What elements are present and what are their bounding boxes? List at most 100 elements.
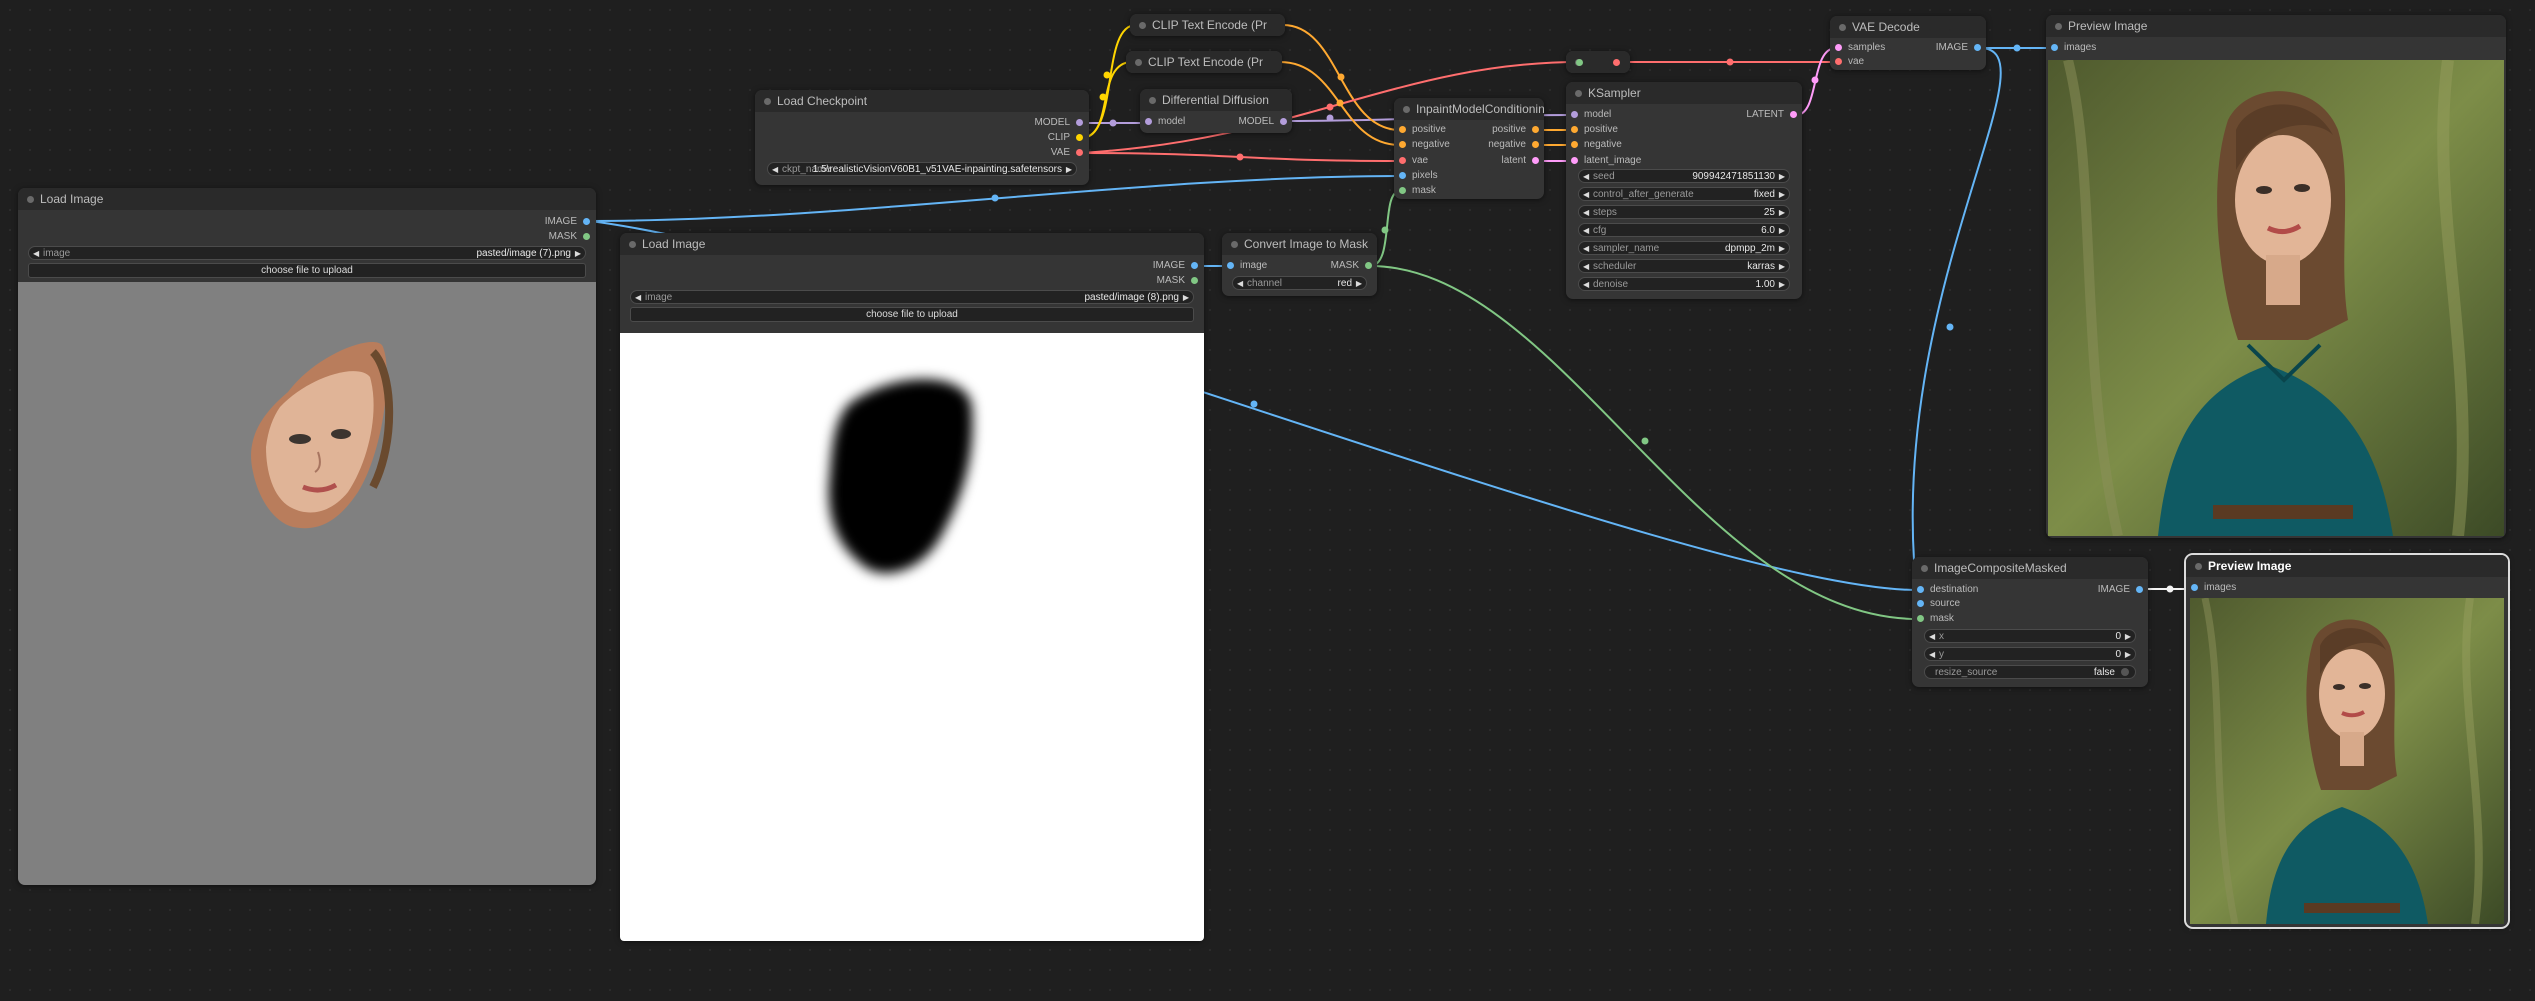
input-images[interactable]: images: [2051, 41, 2096, 55]
load-checkpoint-node[interactable]: Load Checkpoint MODEL CLIP VAE ◀ ckpt_na…: [755, 90, 1089, 185]
arrow-right-icon[interactable]: ▶: [1779, 242, 1785, 256]
image-combo[interactable]: ◀ image pasted/image (8).png ▶: [630, 290, 1194, 304]
ksampler-node[interactable]: KSampler model positive negative latent_…: [1566, 82, 1802, 299]
output-mask[interactable]: MASK: [1331, 259, 1372, 273]
composite-portrait-drawing: [2190, 598, 2504, 924]
output-image[interactable]: IMAGE: [1936, 41, 1981, 55]
output-negative[interactable]: negative: [1488, 138, 1539, 152]
scheduler-widget[interactable]: ◀ scheduler karras ▶: [1578, 259, 1790, 273]
arrow-left-icon[interactable]: ◀: [1583, 170, 1589, 184]
control-after-generate-widget[interactable]: ◀ control_after_generate fixed ▶: [1578, 187, 1790, 201]
node-title: Preview Image: [2186, 555, 2508, 577]
x-widget[interactable]: ◀ x 0 ▶: [1924, 629, 2136, 643]
input-source[interactable]: source: [1917, 597, 1960, 611]
output-mask[interactable]: MASK: [549, 230, 590, 244]
arrow-left-icon[interactable]: ◀: [1929, 648, 1935, 662]
input-positive[interactable]: positive: [1571, 123, 1618, 137]
cfg-widget[interactable]: ◀ cfg 6.0 ▶: [1578, 223, 1790, 237]
steps-widget[interactable]: ◀ steps 25 ▶: [1578, 205, 1790, 219]
input-images[interactable]: images: [2191, 581, 2236, 595]
load-image-node-1[interactable]: Load Image IMAGE MASK ◀ image pasted/ima…: [18, 188, 596, 885]
ckpt-name-combo[interactable]: ◀ ckpt_name 1.5\realisticVisionV60B1_v51…: [767, 162, 1077, 176]
link-marker: [1236, 153, 1244, 161]
input-model[interactable]: model: [1571, 108, 1611, 122]
preview-image-node-1[interactable]: Preview Image images: [2046, 15, 2506, 538]
output-latent[interactable]: LATENT: [1746, 108, 1797, 122]
upload-button[interactable]: choose file to upload: [28, 263, 586, 278]
arrow-right-icon[interactable]: ▶: [1779, 224, 1785, 238]
toggle-indicator: [2121, 668, 2129, 676]
arrow-left-icon[interactable]: ◀: [33, 247, 39, 261]
input-negative[interactable]: negative: [1571, 138, 1622, 152]
arrow-left-icon[interactable]: ◀: [1583, 260, 1589, 274]
arrow-left-icon[interactable]: ◀: [1583, 224, 1589, 238]
input-model[interactable]: model: [1145, 115, 1185, 129]
arrow-left-icon[interactable]: ◀: [1583, 242, 1589, 256]
input-pixels[interactable]: pixels: [1399, 169, 1438, 183]
arrow-right-icon[interactable]: ▶: [1356, 277, 1362, 291]
vae-decode-node[interactable]: VAE Decode samples vae IMAGE: [1830, 16, 1986, 70]
output-mask[interactable]: MASK: [1157, 274, 1198, 288]
image-composite-masked-node[interactable]: ImageCompositeMasked destination source …: [1912, 557, 2148, 687]
arrow-right-icon[interactable]: ▶: [1779, 188, 1785, 202]
input-mask[interactable]: mask: [1399, 184, 1436, 198]
input-positive[interactable]: positive: [1399, 123, 1446, 137]
input-samples[interactable]: samples: [1835, 41, 1885, 55]
resize-source-toggle[interactable]: resize_source false: [1924, 665, 2136, 679]
denoise-widget[interactable]: ◀ denoise 1.00 ▶: [1578, 277, 1790, 291]
arrow-left-icon[interactable]: ◀: [1237, 277, 1243, 291]
arrow-left-icon[interactable]: ◀: [772, 163, 778, 177]
input-destination[interactable]: destination: [1917, 583, 1978, 597]
arrow-right-icon[interactable]: ▶: [1779, 260, 1785, 274]
arrow-right-icon[interactable]: ▶: [2125, 630, 2131, 644]
reroute-node[interactable]: [1566, 51, 1630, 73]
clip-text-encode-node-2[interactable]: CLIP Text Encode (Pr: [1126, 51, 1282, 73]
seed-widget[interactable]: ◀ seed 909942471851130 ▶: [1578, 169, 1790, 183]
output-latent[interactable]: latent: [1502, 154, 1539, 168]
image-combo[interactable]: ◀ image pasted/image (7).png ▶: [28, 246, 586, 260]
face-cutout-image: [18, 282, 596, 885]
clip-text-encode-node-1[interactable]: CLIP Text Encode (Pr: [1130, 14, 1285, 36]
preview-image-node-2[interactable]: Preview Image images: [2186, 555, 2508, 927]
input-negative[interactable]: negative: [1399, 138, 1450, 152]
channel-combo[interactable]: ◀ channel red ▶: [1232, 276, 1367, 290]
link-clip-ckpt-text1: [1080, 24, 1137, 139]
sampler-name-widget[interactable]: ◀ sampler_name dpmpp_2m ▶: [1578, 241, 1790, 255]
link-marker: [1103, 71, 1111, 79]
y-widget[interactable]: ◀ y 0 ▶: [1924, 647, 2136, 661]
input-vae[interactable]: vae: [1399, 154, 1428, 168]
output-model[interactable]: MODEL: [1238, 115, 1287, 129]
output-clip[interactable]: CLIP: [1048, 131, 1083, 145]
output-positive[interactable]: positive: [1492, 123, 1539, 137]
node-title: Preview Image: [2046, 15, 2506, 37]
arrow-right-icon[interactable]: ▶: [1779, 170, 1785, 184]
arrow-right-icon[interactable]: ▶: [1066, 163, 1072, 177]
arrow-left-icon[interactable]: ◀: [1583, 278, 1589, 292]
arrow-right-icon[interactable]: ▶: [575, 247, 581, 261]
mask-blob-drawing: [828, 379, 973, 574]
output-image[interactable]: IMAGE: [1153, 259, 1198, 273]
arrow-right-icon[interactable]: ▶: [1183, 291, 1189, 305]
load-image-node-2[interactable]: Load Image IMAGE MASK ◀ image pasted/ima…: [620, 233, 1204, 941]
output-model[interactable]: MODEL: [1034, 116, 1083, 130]
arrow-left-icon[interactable]: ◀: [1583, 188, 1589, 202]
input-image[interactable]: image: [1227, 259, 1267, 273]
output-vae[interactable]: VAE: [1051, 146, 1083, 160]
input-latent-image[interactable]: latent_image: [1571, 154, 1641, 168]
arrow-left-icon[interactable]: ◀: [1929, 630, 1935, 644]
input-vae[interactable]: vae: [1835, 55, 1864, 69]
upload-button[interactable]: choose file to upload: [630, 307, 1194, 322]
arrow-right-icon[interactable]: ▶: [1779, 278, 1785, 292]
arrow-left-icon[interactable]: ◀: [1583, 206, 1589, 220]
link-marker: [1326, 103, 1334, 111]
output-image[interactable]: IMAGE: [545, 215, 590, 229]
arrow-right-icon[interactable]: ▶: [1779, 206, 1785, 220]
input-mask[interactable]: mask: [1917, 612, 1954, 626]
output-image[interactable]: IMAGE: [2098, 583, 2143, 597]
inpaint-model-conditioning-node[interactable]: InpaintModelConditioning positive negati…: [1394, 98, 1544, 199]
arrow-left-icon[interactable]: ◀: [635, 291, 641, 305]
arrow-right-icon[interactable]: ▶: [2125, 648, 2131, 662]
convert-image-to-mask-node[interactable]: Convert Image to Mask image MASK ◀ channe…: [1222, 233, 1377, 296]
differential-diffusion-node[interactable]: Differential Diffusion model MODEL: [1140, 89, 1292, 133]
link-marker: [1336, 99, 1344, 107]
